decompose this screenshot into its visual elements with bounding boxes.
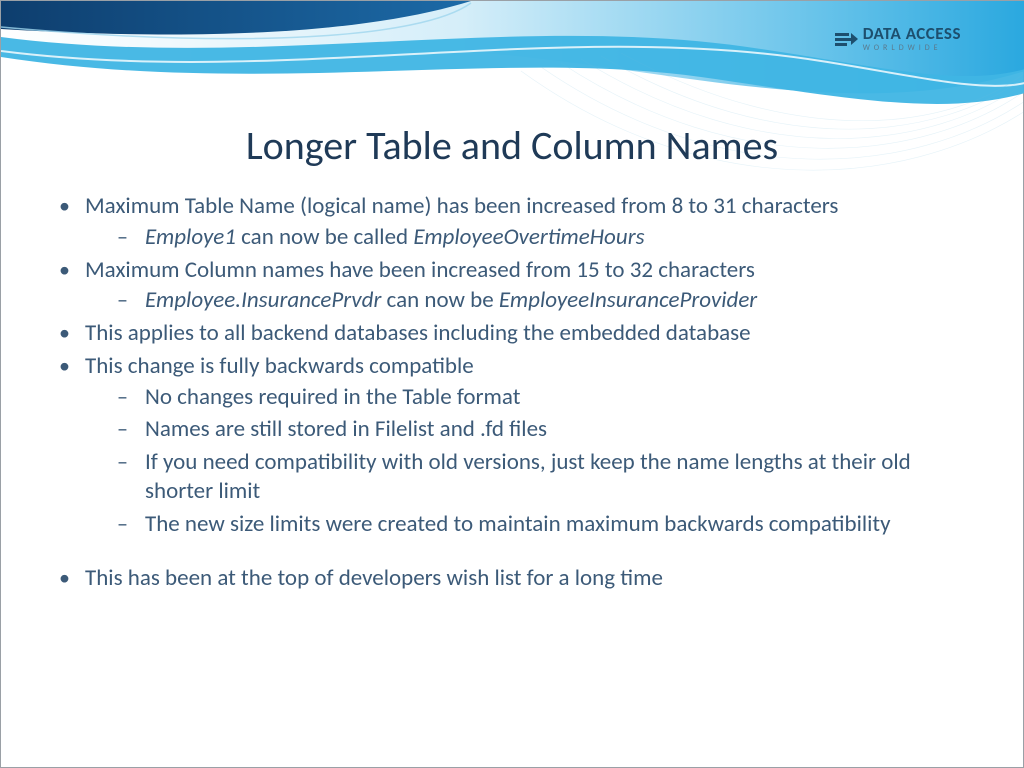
bullet-list: Maximum Table Name (logical name) has be…: [49, 192, 975, 538]
brand-line1: DATA ACCESS: [863, 25, 961, 42]
brand-logo-text: DATA ACCESS WORLDWIDE: [863, 25, 961, 52]
code-new: EmployeeOvertimeHours: [413, 223, 644, 251]
bullet-list: This has been at the top of developers w…: [49, 564, 975, 593]
sub-item: The new size limits were created to main…: [145, 510, 975, 539]
sub-item: Names are still stored in Filelist and .…: [145, 415, 975, 444]
code-old: Employee.InsurancePrvdr: [145, 286, 381, 314]
bullet-text: This applies to all backend databases in…: [85, 319, 751, 347]
brand-line2: WORLDWIDE: [863, 44, 961, 52]
sub-text: can now be: [381, 286, 499, 314]
bullet-text: This change is fully backwards compatibl…: [85, 352, 474, 380]
bullet-text: Maximum Column names have been increased…: [85, 256, 755, 284]
bullet-item: This applies to all backend databases in…: [85, 319, 975, 348]
slide-content: Longer Table and Column Names Maximum Ta…: [1, 121, 1023, 767]
sub-item: Employe1 can now be called EmployeeOvert…: [145, 223, 975, 252]
sub-item: Employee.InsurancePrvdr can now be Emplo…: [145, 286, 975, 315]
sub-item: If you need compatibility with old versi…: [145, 448, 975, 506]
bullet-text: Maximum Table Name (logical name) has be…: [85, 192, 838, 220]
sub-list: Employee.InsurancePrvdr can now be Emplo…: [85, 286, 975, 315]
brand-logo: DATA ACCESS WORLDWIDE: [835, 25, 961, 52]
bullet-item: Maximum Column names have been increased…: [85, 256, 975, 316]
code-old: Employe1: [145, 223, 236, 251]
sub-list: No changes required in the Table format …: [85, 383, 975, 539]
sub-list: Employe1 can now be called EmployeeOvert…: [85, 223, 975, 252]
bullet-item: This has been at the top of developers w…: [85, 564, 975, 593]
code-new: EmployeeInsuranceProvider: [499, 286, 757, 314]
slide-title: Longer Table and Column Names: [49, 121, 975, 170]
slide: DATA ACCESS WORLDWIDE Longer Table and C…: [0, 0, 1024, 768]
sub-text: can now be called: [236, 223, 413, 251]
bullet-item: This change is fully backwards compatibl…: [85, 352, 975, 539]
bullet-item: Maximum Table Name (logical name) has be…: [85, 192, 975, 252]
spacer: [49, 542, 975, 564]
brand-logo-icon: [835, 31, 855, 47]
bullet-text: This has been at the top of developers w…: [85, 564, 663, 592]
sub-item: No changes required in the Table format: [145, 383, 975, 412]
